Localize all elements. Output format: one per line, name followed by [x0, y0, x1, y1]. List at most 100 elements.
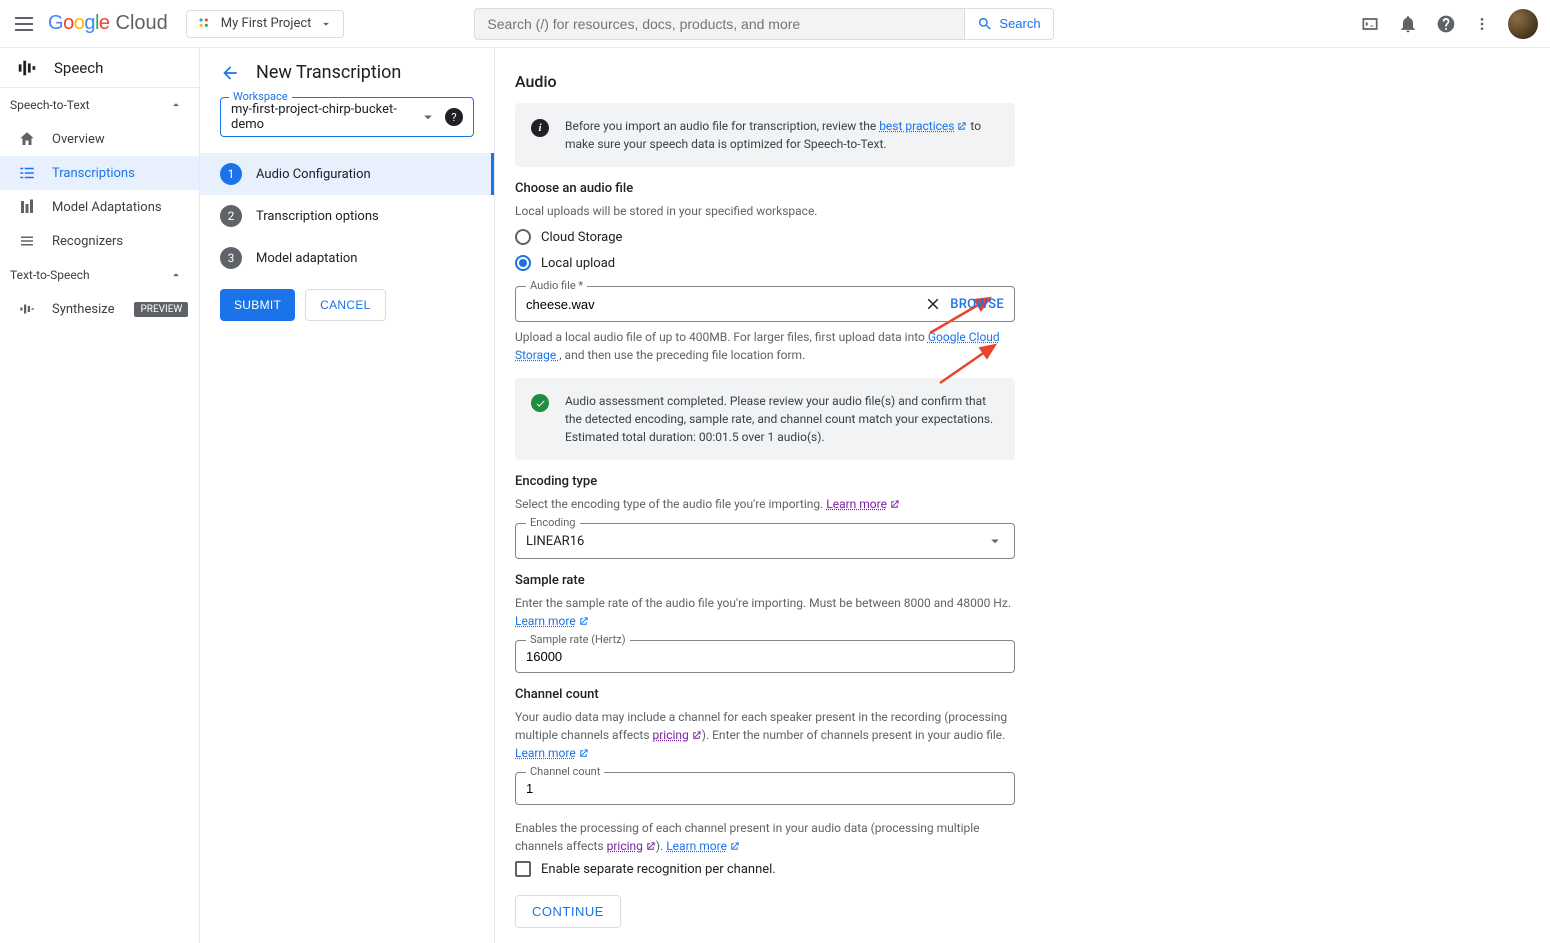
- external-link-icon: [889, 499, 900, 510]
- channel-label: Channel count: [526, 765, 604, 778]
- encoding-help: Select the encoding type of the audio fi…: [515, 495, 1015, 513]
- choose-audio-heading: Choose an audio file: [515, 181, 1015, 196]
- step-transcription-options[interactable]: 2 Transcription options: [200, 195, 494, 237]
- continue-button[interactable]: CONTINUE: [515, 895, 621, 928]
- info-banner: i Before you import an audio file for tr…: [515, 103, 1015, 167]
- encoding-select[interactable]: Encoding LINEAR16: [515, 523, 1015, 559]
- chevron-down-icon: [419, 108, 437, 126]
- radio-local-upload[interactable]: Local upload: [515, 250, 1015, 276]
- external-link-icon: [729, 841, 740, 852]
- more-icon[interactable]: [1474, 14, 1490, 34]
- encoding-label: Encoding: [526, 516, 580, 529]
- top-header: Google Cloud My First Project Search: [0, 0, 1550, 48]
- stepper-panel: New Transcription Workspace my-first-pro…: [200, 48, 495, 943]
- avatar[interactable]: [1508, 9, 1538, 39]
- home-icon: [18, 130, 36, 148]
- external-link-icon: [956, 121, 967, 132]
- best-practices-link[interactable]: best practices: [879, 119, 967, 133]
- nav-synthesize[interactable]: Synthesize PREVIEW: [0, 292, 199, 326]
- sample-rate-field: Sample rate (Hertz): [515, 640, 1015, 673]
- audio-heading: Audio: [515, 72, 1015, 91]
- project-icon: [197, 16, 213, 32]
- adaptations-icon: [18, 198, 36, 216]
- submit-button[interactable]: SUBMIT: [220, 289, 295, 321]
- workspace-value: my-first-project-chirp-bucket-demo: [231, 102, 419, 132]
- cancel-button[interactable]: CANCEL: [305, 289, 385, 321]
- channel-count-field: Channel count: [515, 772, 1015, 805]
- separate-recognition-checkbox-row[interactable]: Enable separate recognition per channel.: [515, 861, 1015, 877]
- audio-file-input[interactable]: [526, 297, 924, 312]
- help-icon[interactable]: [1436, 14, 1456, 34]
- encoding-value: LINEAR16: [526, 534, 986, 549]
- sample-rate-input[interactable]: [526, 649, 1004, 664]
- radio-icon: [515, 255, 531, 271]
- sidebar: Speech Speech-to-Text Overview Transcrip…: [0, 48, 200, 943]
- clear-icon[interactable]: [924, 295, 942, 313]
- nav-model-adaptations[interactable]: Model Adaptations: [0, 190, 199, 224]
- sidebar-title: Speech: [54, 59, 103, 77]
- audio-file-label: Audio file *: [526, 279, 587, 292]
- upload-help: Upload a local audio file of up to 400MB…: [515, 328, 1015, 364]
- pricing-link[interactable]: pricing: [653, 728, 702, 742]
- radio-icon: [515, 229, 531, 245]
- channel-help: Your audio data may include a channel fo…: [515, 708, 1015, 762]
- chevron-up-icon: [169, 98, 183, 112]
- nav-recognizers[interactable]: Recognizers: [0, 224, 199, 258]
- external-link-icon: [578, 748, 589, 759]
- browse-button[interactable]: BROWSE: [950, 297, 1004, 312]
- nav-overview[interactable]: Overview: [0, 122, 199, 156]
- separate-help: Enables the processing of each channel p…: [515, 819, 1015, 855]
- page-title: New Transcription: [256, 62, 401, 83]
- chevron-down-icon: [986, 532, 1004, 550]
- cloud-shell-icon[interactable]: [1360, 14, 1380, 34]
- back-arrow-icon[interactable]: [220, 63, 240, 83]
- checkbox-icon: [515, 861, 531, 877]
- audio-file-field: Audio file * BROWSE: [515, 286, 1015, 322]
- search-input[interactable]: [474, 8, 964, 40]
- external-link-icon: [691, 730, 702, 741]
- search-container: Search: [474, 8, 1053, 40]
- logo[interactable]: Google Cloud: [48, 12, 168, 35]
- workspace-select[interactable]: Workspace my-first-project-chirp-bucket-…: [220, 97, 474, 137]
- radio-cloud-storage[interactable]: Cloud Storage: [515, 224, 1015, 250]
- info-icon: i: [531, 119, 549, 137]
- synthesize-icon: [18, 300, 36, 318]
- sidebar-header: Speech: [0, 48, 199, 88]
- section-speech-to-text[interactable]: Speech-to-Text: [0, 88, 199, 122]
- encoding-heading: Encoding type: [515, 474, 1015, 489]
- section-text-to-speech[interactable]: Text-to-Speech: [0, 258, 199, 292]
- speech-icon: [16, 57, 38, 79]
- channel-count-input[interactable]: [526, 781, 1004, 796]
- external-link-icon: [645, 841, 656, 852]
- external-link-icon: [578, 616, 589, 627]
- workspace-label: Workspace: [229, 90, 292, 103]
- sample-rate-heading: Sample rate: [515, 573, 1015, 588]
- sample-help: Enter the sample rate of the audio file …: [515, 594, 1015, 630]
- learn-more-encoding-link[interactable]: Learn more: [826, 497, 900, 511]
- help-icon[interactable]: ?: [445, 108, 463, 126]
- menu-icon[interactable]: [12, 12, 36, 36]
- header-actions: [1360, 9, 1538, 39]
- pricing-link-2[interactable]: pricing: [607, 839, 656, 853]
- sample-label: Sample rate (Hertz): [526, 633, 630, 646]
- nav-transcriptions[interactable]: Transcriptions: [0, 156, 199, 190]
- chevron-up-icon: [169, 268, 183, 282]
- learn-more-separate-link[interactable]: Learn more: [666, 839, 740, 853]
- project-name: My First Project: [221, 16, 312, 31]
- notifications-icon[interactable]: [1398, 14, 1418, 34]
- step-audio-configuration[interactable]: 1 Audio Configuration: [200, 153, 494, 195]
- search-icon: [977, 16, 993, 32]
- step-model-adaptation[interactable]: 3 Model adaptation: [200, 237, 494, 279]
- recognizers-icon: [18, 232, 36, 250]
- check-icon: [531, 394, 549, 412]
- search-button[interactable]: Search: [964, 8, 1053, 40]
- assessment-banner: Audio assessment completed. Please revie…: [515, 378, 1015, 460]
- list-icon: [18, 164, 36, 182]
- learn-more-channel-link[interactable]: Learn more: [515, 746, 589, 760]
- learn-more-sample-link[interactable]: Learn more: [515, 614, 589, 628]
- project-selector[interactable]: My First Project: [186, 10, 345, 38]
- preview-badge: PREVIEW: [134, 302, 188, 317]
- choose-help: Local uploads will be stored in your spe…: [515, 202, 1015, 220]
- content-panel: Audio i Before you import an audio file …: [495, 48, 1550, 943]
- channel-count-heading: Channel count: [515, 687, 1015, 702]
